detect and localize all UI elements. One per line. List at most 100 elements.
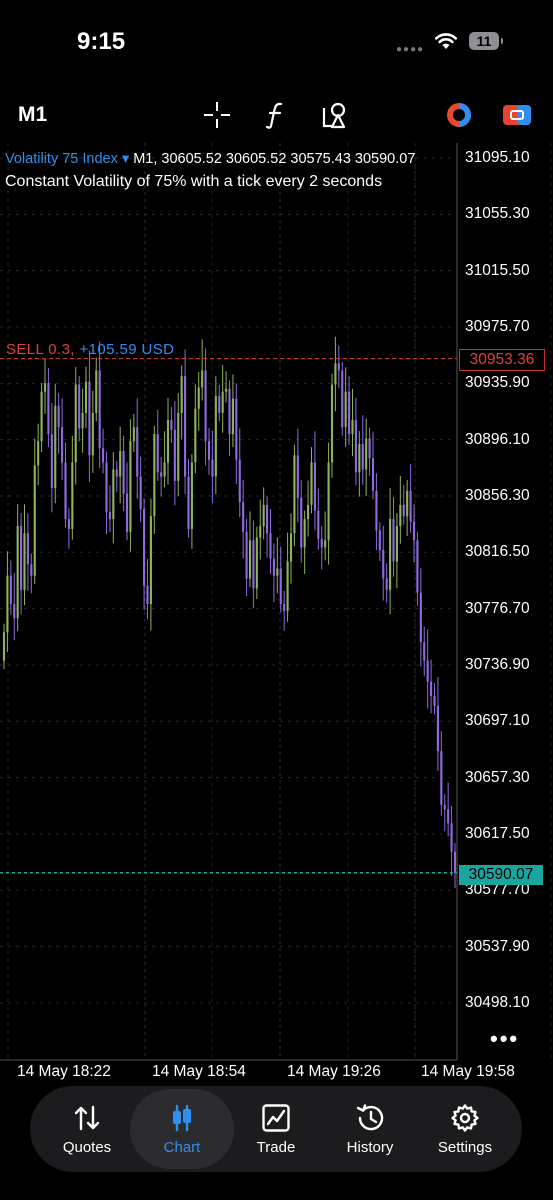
one-click-trade-icon[interactable] xyxy=(500,98,534,132)
candle-body xyxy=(423,642,426,661)
candle-body xyxy=(84,381,88,413)
price-axis-label: 30498.10 xyxy=(465,993,530,1011)
candle-body xyxy=(296,455,299,498)
price-axis-label: 30736.90 xyxy=(465,655,530,673)
candle-body xyxy=(221,391,224,413)
candle-body xyxy=(197,387,200,409)
candle-body xyxy=(252,540,255,589)
candle-body xyxy=(392,519,395,562)
wifi-icon xyxy=(434,33,458,49)
candle-body xyxy=(266,504,269,534)
candle-body xyxy=(334,363,337,385)
candle-body xyxy=(358,444,361,473)
ohlc-values: M1, 30605.52 30605.52 30575.43 30590.07 xyxy=(133,151,416,167)
candle-body xyxy=(378,530,381,551)
sell-price-tag: 30953.36 xyxy=(459,349,545,371)
candle-body xyxy=(303,519,306,548)
candle-body xyxy=(320,538,323,548)
candle-body xyxy=(88,381,91,456)
candle-body xyxy=(187,476,190,529)
trade-icon xyxy=(229,1102,323,1134)
bottom-navigation: Quotes Chart Trade History Settings xyxy=(30,1086,522,1172)
candle-body xyxy=(64,462,67,520)
candle-body xyxy=(218,395,221,413)
candle-body xyxy=(317,510,320,539)
trade-mode-icon[interactable] xyxy=(442,98,476,132)
candle-body xyxy=(81,412,84,429)
candle-body xyxy=(160,472,163,477)
candle-body xyxy=(214,395,217,477)
time-label: 14 May 19:26 xyxy=(287,1063,381,1080)
gear-icon xyxy=(418,1102,512,1134)
time-label: 14 May 18:54 xyxy=(152,1063,246,1080)
candle-body xyxy=(395,526,398,562)
candle-body xyxy=(330,384,334,463)
indicators-icon[interactable] xyxy=(259,98,293,132)
candle-body xyxy=(375,490,378,531)
candle-body xyxy=(190,462,193,529)
candle-body xyxy=(211,459,214,477)
candle-body xyxy=(389,519,392,590)
candle-body xyxy=(365,438,368,470)
price-axis-label: 31095.10 xyxy=(465,149,530,166)
candle-body xyxy=(351,419,354,435)
candle-body xyxy=(194,408,197,463)
candle-body xyxy=(136,427,139,477)
more-options-icon[interactable]: ••• xyxy=(490,1026,519,1052)
price-axis-label: 30896.10 xyxy=(465,430,530,448)
crosshair-icon[interactable] xyxy=(200,98,234,132)
candle-body xyxy=(409,490,412,522)
tab-settings[interactable]: Settings xyxy=(418,1086,512,1172)
candle-body xyxy=(50,434,53,488)
candle-body xyxy=(6,575,9,633)
sell-order-volume: SELL 0.3, xyxy=(6,341,75,358)
symbol-name[interactable]: Volatility 75 Index xyxy=(5,151,118,167)
candle-body xyxy=(348,391,351,435)
candle-body xyxy=(71,462,74,529)
symbol-dropdown-icon[interactable]: ▾ xyxy=(122,151,129,167)
candle-body xyxy=(2,632,6,661)
candle-body xyxy=(173,429,176,481)
tab-trade[interactable]: Trade xyxy=(229,1086,323,1172)
candle-body xyxy=(416,540,419,593)
tab-quotes-label: Quotes xyxy=(62,1139,112,1156)
candle-body xyxy=(115,469,118,477)
candle-body xyxy=(129,441,132,532)
candle-body xyxy=(54,405,57,488)
candle-body xyxy=(402,504,405,517)
candle-body xyxy=(269,533,272,559)
tab-quotes[interactable]: Quotes xyxy=(40,1086,134,1172)
candle-body xyxy=(108,511,111,520)
candle-body xyxy=(13,603,16,619)
candle-body xyxy=(156,434,159,473)
sell-order-profit: +105.59 USD xyxy=(79,341,175,358)
tab-chart[interactable]: Chart xyxy=(130,1089,234,1169)
candle-body xyxy=(26,533,29,565)
candle-body xyxy=(112,469,115,520)
price-chart[interactable]: Volatility 75 Index ▾ M1, 30605.52 30605… xyxy=(0,143,553,1090)
candle-body xyxy=(16,526,19,619)
candle-body xyxy=(354,419,357,473)
candle-body xyxy=(149,516,152,604)
candle-body xyxy=(33,465,36,576)
timeframe-button[interactable]: M1 xyxy=(18,103,47,127)
candle-body xyxy=(245,531,248,579)
candle-body xyxy=(371,458,375,491)
candle-body xyxy=(225,388,228,392)
candle-body xyxy=(433,695,436,706)
candle-body xyxy=(443,804,446,810)
candle-body xyxy=(368,438,371,459)
price-axis-label: 30776.70 xyxy=(465,599,530,617)
symbol-description: Constant Volatility of 75% with a tick e… xyxy=(5,173,383,190)
sell-order-label[interactable]: SELL 0.3, +105.59 USD xyxy=(6,341,174,358)
candle-body xyxy=(447,809,450,824)
candle-body xyxy=(95,370,98,413)
candle-body xyxy=(313,462,316,511)
objects-icon[interactable] xyxy=(318,98,352,132)
candle-body xyxy=(235,398,238,460)
candle-body xyxy=(23,533,26,590)
candle-body xyxy=(146,585,149,604)
candle-body xyxy=(132,427,135,442)
price-axis-label: 30617.50 xyxy=(465,824,530,842)
tab-history[interactable]: History xyxy=(323,1086,417,1172)
